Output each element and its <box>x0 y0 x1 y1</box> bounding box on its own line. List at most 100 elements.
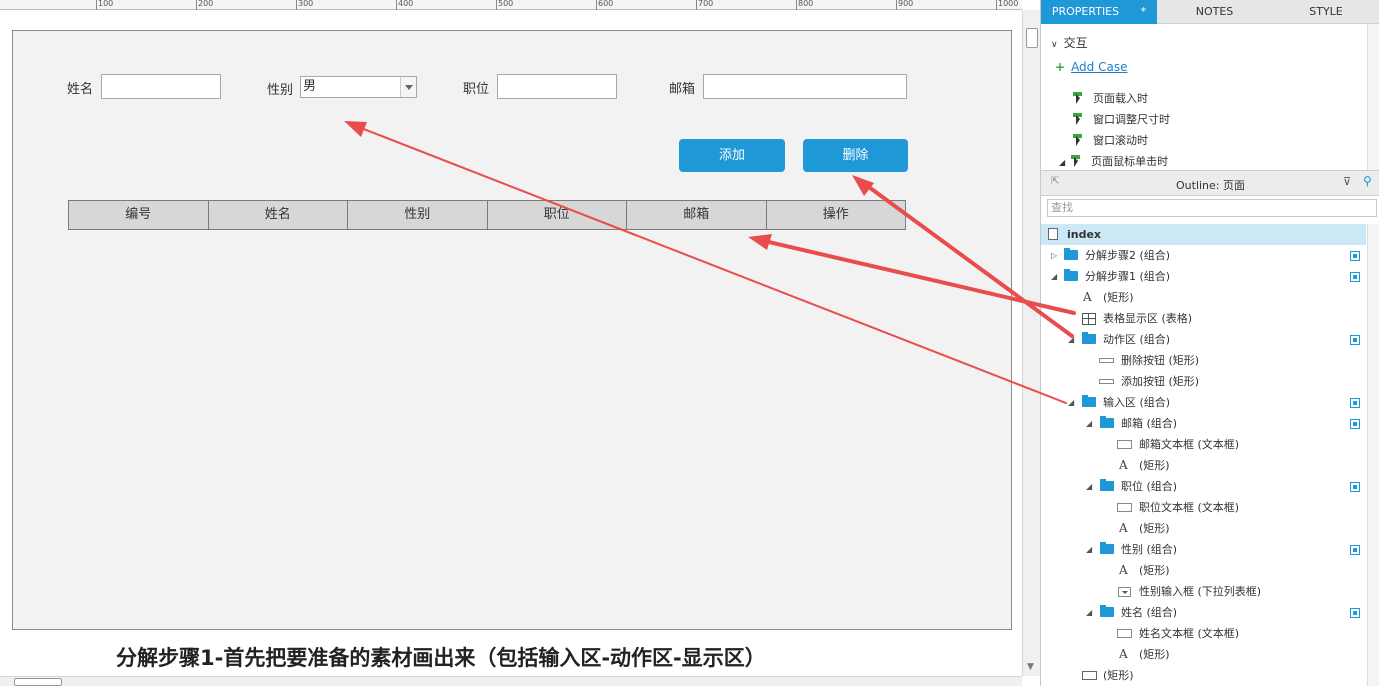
horizontal-scrollbar[interactable] <box>0 676 1022 686</box>
tree-node-label: 输入区 (组合) <box>1103 396 1171 409</box>
visibility-checkbox[interactable] <box>1350 398 1360 408</box>
chevron-down-icon[interactable]: ∨ <box>1051 40 1058 50</box>
tree-node[interactable]: ◢ 性别 (组合) <box>1041 539 1366 560</box>
interactions-scrollbar[interactable] <box>1367 24 1379 170</box>
text-shape-icon: A <box>1083 290 1092 304</box>
outline-scrollbar[interactable] <box>1367 224 1379 686</box>
event-icon <box>1073 92 1085 104</box>
tree-node[interactable]: 表格显示区 (表格) <box>1041 308 1366 329</box>
visibility-checkbox[interactable] <box>1350 482 1360 492</box>
tab-style[interactable]: STYLE <box>1272 0 1379 24</box>
add-button[interactable]: 添加 <box>679 139 785 172</box>
collapse-triangle-icon[interactable]: ◢ <box>1086 476 1092 497</box>
tree-node[interactable]: ◢ 邮箱 (组合) <box>1041 413 1366 434</box>
tree-node-index[interactable]: index <box>1041 224 1366 245</box>
chevron-down-icon[interactable] <box>400 77 416 97</box>
tree-node[interactable]: 性别输入框 (下拉列表框) <box>1041 581 1366 602</box>
ruler-label: 600 <box>598 0 614 8</box>
plus-icon: + <box>1055 60 1066 74</box>
collapse-triangle-icon[interactable]: ◢ <box>1051 266 1057 287</box>
page-icon <box>1048 228 1058 240</box>
text-shape-icon: A <box>1119 647 1128 661</box>
tree-node-label: (矩形) <box>1139 648 1170 661</box>
filter-icon[interactable]: ⊽ <box>1343 175 1351 188</box>
event-item[interactable]: 窗口滚动时 <box>1073 132 1148 148</box>
table-header-cell: 编号 <box>69 201 209 229</box>
name-label: 姓名 <box>67 82 94 97</box>
folder-icon <box>1064 248 1078 260</box>
event-icon <box>1073 113 1085 125</box>
scroll-thumb[interactable] <box>14 678 62 686</box>
delete-button[interactable]: 删除 <box>803 139 908 172</box>
design-canvas[interactable]: 100 200 300 400 500 600 700 800 900 1000… <box>0 0 1040 686</box>
tree-node[interactable]: ◢ 姓名 (组合) <box>1041 602 1366 623</box>
tree-node[interactable]: 添加按钮 (矩形) <box>1041 371 1366 392</box>
visibility-checkbox[interactable] <box>1350 251 1360 261</box>
tree-node-label: 姓名 (组合) <box>1121 606 1178 619</box>
vertical-scrollbar[interactable]: ▼ <box>1022 10 1040 676</box>
table-header-cell: 职位 <box>488 201 627 229</box>
collapse-triangle-icon[interactable]: ◢ <box>1086 413 1092 434</box>
tree-node-label: 职位文本框 (文本框) <box>1139 501 1240 514</box>
tree-node[interactable]: A (矩形) <box>1041 287 1366 308</box>
tree-node[interactable]: 姓名文本框 (文本框) <box>1041 623 1366 644</box>
tree-node-label: (矩形) <box>1103 291 1134 304</box>
event-item[interactable]: ◢ 页面鼠标单击时 <box>1059 153 1168 169</box>
tree-node[interactable]: 职位文本框 (文本框) <box>1041 497 1366 518</box>
collapse-triangle-icon[interactable]: ◢ <box>1068 392 1074 413</box>
visibility-checkbox[interactable] <box>1350 335 1360 345</box>
collapse-triangle-icon[interactable]: ◢ <box>1068 329 1074 350</box>
text-shape-icon: A <box>1119 458 1128 472</box>
name-input[interactable] <box>101 74 221 99</box>
collapse-triangle-icon[interactable]: ◢ <box>1059 158 1065 167</box>
tab-notes[interactable]: NOTES <box>1157 0 1272 24</box>
outline-search-input[interactable]: 查找 <box>1047 199 1377 217</box>
position-input[interactable] <box>497 74 617 99</box>
add-case-link[interactable]: + Add Case <box>1055 60 1127 74</box>
tree-node[interactable]: 删除按钮 (矩形) <box>1041 350 1366 371</box>
event-icon <box>1071 155 1083 167</box>
email-input[interactable] <box>703 74 907 99</box>
scroll-down-icon[interactable]: ▼ <box>1027 662 1034 672</box>
tree-node-label: 删除按钮 (矩形) <box>1121 354 1200 367</box>
folder-icon <box>1100 479 1114 491</box>
expand-triangle-icon[interactable]: ▷ <box>1051 245 1057 266</box>
visibility-checkbox[interactable] <box>1350 608 1360 618</box>
tree-node[interactable]: ▷ 分解步骤2 (组合) <box>1041 245 1366 266</box>
collapse-triangle-icon[interactable]: ◢ <box>1086 539 1092 560</box>
tree-node[interactable]: ◢ 分解步骤1 (组合) <box>1041 266 1366 287</box>
search-icon[interactable]: ⚲ <box>1363 174 1372 188</box>
tree-node[interactable]: ◢ 动作区 (组合) <box>1041 329 1366 350</box>
visibility-checkbox[interactable] <box>1350 545 1360 555</box>
tree-node[interactable]: A (矩形) <box>1041 560 1366 581</box>
gender-select[interactable]: 男 <box>300 76 417 98</box>
event-label: 窗口调整尺寸时 <box>1093 113 1170 126</box>
textbox-icon <box>1117 503 1132 512</box>
collapse-triangle-icon[interactable]: ◢ <box>1086 602 1092 623</box>
tree-node[interactable]: A (矩形) <box>1041 518 1366 539</box>
table-header-cell: 邮箱 <box>627 201 767 229</box>
interactions-header[interactable]: ∨ 交互 <box>1051 34 1088 51</box>
button-shape-icon <box>1099 358 1114 363</box>
tab-properties-label: PROPERTIES <box>1051 5 1120 18</box>
tree-node[interactable]: ◢ 输入区 (组合) <box>1041 392 1366 413</box>
table-header-cell: 性别 <box>348 201 488 229</box>
visibility-checkbox[interactable] <box>1350 419 1360 429</box>
tree-node[interactable]: 邮箱文本框 (文本框) <box>1041 434 1366 455</box>
tree-node-label: 邮箱文本框 (文本框) <box>1139 438 1240 451</box>
visibility-checkbox[interactable] <box>1350 272 1360 282</box>
tree-node[interactable]: A (矩形) <box>1041 455 1366 476</box>
outline-title: Outline: 页面 <box>1176 179 1245 192</box>
tree-node[interactable]: (矩形) <box>1041 665 1366 686</box>
ruler-label: 1000 <box>998 0 1019 8</box>
scroll-thumb[interactable] <box>1026 28 1038 48</box>
tree-node[interactable]: ◢ 职位 (组合) <box>1041 476 1366 497</box>
tree-node-label: (矩形) <box>1103 669 1134 682</box>
event-item[interactable]: 窗口调整尺寸时 <box>1073 111 1170 127</box>
tree-node[interactable]: A (矩形) <box>1041 644 1366 665</box>
tree-node-label: 性别输入框 (下拉列表框) <box>1139 585 1262 598</box>
tree-node-label: 动作区 (组合) <box>1103 333 1171 346</box>
event-item[interactable]: 页面载入时 <box>1073 90 1148 106</box>
table-icon <box>1082 313 1096 325</box>
tab-properties[interactable]: PROPERTIES * <box>1041 0 1157 24</box>
